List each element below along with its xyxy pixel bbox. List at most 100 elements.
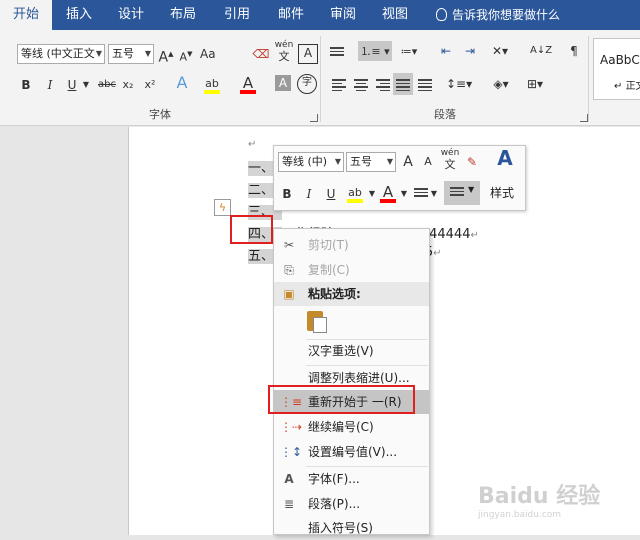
chinese-layout-button[interactable]: ✕▾ [490, 41, 510, 61]
autocorrect-lightning-icon[interactable]: ϟ [214, 199, 231, 216]
font-color-button[interactable]: A [238, 73, 258, 94]
mini-toolbar: 等线 (中) ▼ 五号 ▼ A A wén 文 ✎ A B I U ab ▼ A ▼… [273, 145, 526, 211]
paste-keep-text-button[interactable] [305, 309, 327, 333]
chevron-down-icon[interactable]: ▼ [82, 75, 90, 95]
menu-item-label: 粘贴选项: [308, 287, 361, 301]
highlighter-icon: ab [205, 77, 219, 90]
font-name-value: 等线 (中文正文 [21, 47, 95, 60]
style-name: ↵ 正文 [614, 81, 640, 92]
mini-font-name-combo[interactable]: 等线 (中) ▼ [278, 152, 344, 172]
paragraph-dialog-launcher[interactable] [580, 114, 588, 122]
underline-button[interactable]: U [64, 75, 80, 95]
mini-bullets-icon[interactable] [414, 186, 428, 199]
mini-styles-button[interactable]: A [490, 148, 520, 176]
set-number-icon: ⋮↕ [280, 445, 303, 459]
mini-underline-button[interactable]: U [322, 184, 340, 204]
borders-button[interactable]: ⊞▾ [522, 74, 548, 94]
mini-font-color-button[interactable]: A [378, 182, 398, 203]
increase-indent-button[interactable]: ⇥ [460, 41, 480, 61]
annotation-red-box [230, 215, 273, 244]
font-size-combo[interactable]: 五号 ▼ [108, 44, 154, 64]
align-center-icon[interactable] [354, 77, 368, 93]
menu-item-paragraph[interactable]: ≣ 段落(P)... [274, 492, 429, 516]
chevron-down-icon[interactable]: ▼ [430, 184, 438, 204]
chevron-down-icon[interactable]: ▼ [368, 184, 376, 204]
menu-item-copy[interactable]: ⎘ 复制(C) [274, 258, 429, 282]
subscript-button[interactable]: x₂ [120, 75, 136, 95]
bold-button[interactable]: B [18, 75, 34, 95]
tab-view[interactable]: 视图 [370, 0, 420, 30]
highlight-button[interactable]: ab [202, 73, 222, 94]
text-effects-button[interactable]: A [172, 73, 192, 93]
menu-item-cut[interactable]: ✂ 剪切(T) [274, 233, 429, 257]
mini-phonetic-button[interactable]: wén 文 [440, 148, 460, 172]
align-left-icon[interactable] [332, 77, 346, 93]
clear-format-button[interactable]: ⌫ [252, 44, 270, 64]
clipboard-icon: ▣ [283, 287, 295, 301]
tell-me-search[interactable]: 告诉我你想要做什么 [436, 0, 560, 30]
grow-font-button[interactable]: A▲ [158, 44, 174, 66]
font-dialog-launcher[interactable] [310, 114, 318, 122]
mini-format-painter-button[interactable]: ✎ [464, 152, 480, 172]
strikethrough-button[interactable]: abc [96, 75, 118, 95]
menu-item-set-value[interactable]: ⋮↕ 设置编号值(V)... [274, 440, 429, 464]
tab-design[interactable]: 设计 [106, 0, 156, 30]
tab-home[interactable]: 开始 [0, 0, 52, 30]
mini-grow-font-button[interactable]: A [400, 152, 416, 172]
align-right-icon[interactable] [376, 77, 390, 93]
menu-item-reconvert[interactable]: 汉字重选(V) [274, 339, 429, 363]
wen-char-label: 文 [444, 158, 456, 171]
grow-font-icon: A [158, 49, 169, 66]
font-color-bar [240, 90, 256, 94]
tab-references[interactable]: 引用 [212, 0, 262, 30]
mini-font-size-combo[interactable]: 五号 ▼ [346, 152, 396, 172]
chevron-down-icon: ▼ [95, 49, 102, 58]
mini-highlight-button[interactable]: ab [344, 182, 366, 203]
increase-indent-icon: ⇥ [464, 44, 476, 58]
watermark: Baidu 经验 jingyan.baidu.com [478, 478, 628, 528]
chevron-down-icon: ▼ [144, 49, 151, 58]
italic-button[interactable]: I [42, 75, 58, 95]
char-border-button[interactable]: A [298, 44, 318, 64]
shrink-font-icon: A [179, 50, 188, 64]
menu-item-font[interactable]: A 字体(F)... [274, 467, 429, 491]
tab-insert[interactable]: 插入 [54, 0, 104, 30]
paragraph-group-label: 段落 [434, 108, 456, 121]
tab-review[interactable]: 审阅 [318, 0, 368, 30]
paragraph-mark: ↵ [248, 139, 257, 150]
mini-italic-button[interactable]: I [300, 184, 318, 204]
phonetic-guide-button[interactable]: wén 文 [274, 40, 294, 64]
char-shading-button[interactable]: A [275, 75, 291, 91]
mini-bold-button[interactable]: B [278, 184, 296, 204]
mini-numbering-button[interactable]: ▼ [444, 181, 480, 205]
watermark-text: Baidu 经验 [478, 484, 601, 509]
superscript-button[interactable]: x² [142, 75, 158, 95]
chevron-down-icon[interactable]: ▼ [400, 184, 408, 204]
line-spacing-button[interactable]: ↕≡▾ [446, 74, 472, 94]
distribute-icon[interactable] [418, 77, 432, 93]
style-preview: AaBbC [600, 53, 640, 67]
tab-mailings[interactable]: 邮件 [266, 0, 316, 30]
shading-button[interactable]: ◈▾ [488, 74, 514, 94]
sort-button[interactable]: A↓Z [530, 41, 552, 61]
font-name-combo[interactable]: 等线 (中文正文 ▼ [17, 44, 105, 64]
change-case-button[interactable]: Aa [200, 44, 216, 64]
show-marks-button[interactable]: ¶ [566, 41, 582, 61]
highlight-color-bar [347, 199, 363, 203]
numbering-button[interactable]: ⒈≡ ▾ [358, 41, 392, 61]
mini-shrink-font-button[interactable]: A [420, 152, 436, 172]
bullets-icon[interactable] [330, 45, 344, 58]
menu-item-insert-symbol[interactable]: 插入符号(S) [274, 516, 429, 540]
decrease-indent-icon: ⇤ [440, 44, 452, 58]
tell-me-text: 告诉我你想要做什么 [452, 8, 561, 22]
justify-button[interactable] [393, 73, 413, 95]
decrease-indent-button[interactable]: ⇤ [436, 41, 456, 61]
paragraph-icon: ≣ [283, 497, 295, 511]
shrink-font-button[interactable]: A▼ [178, 44, 194, 64]
style-normal-card[interactable]: AaBbC ↵ 正文 [593, 38, 640, 100]
tab-layout[interactable]: 布局 [158, 0, 208, 30]
eraser-icon: ⌫ [252, 47, 270, 61]
multilevel-list-button[interactable]: ≔▾ [396, 41, 422, 61]
menu-item-continue-numbering[interactable]: ⋮⇢ 继续编号(C) [274, 415, 429, 439]
enclose-char-button[interactable]: 字 [297, 74, 317, 94]
